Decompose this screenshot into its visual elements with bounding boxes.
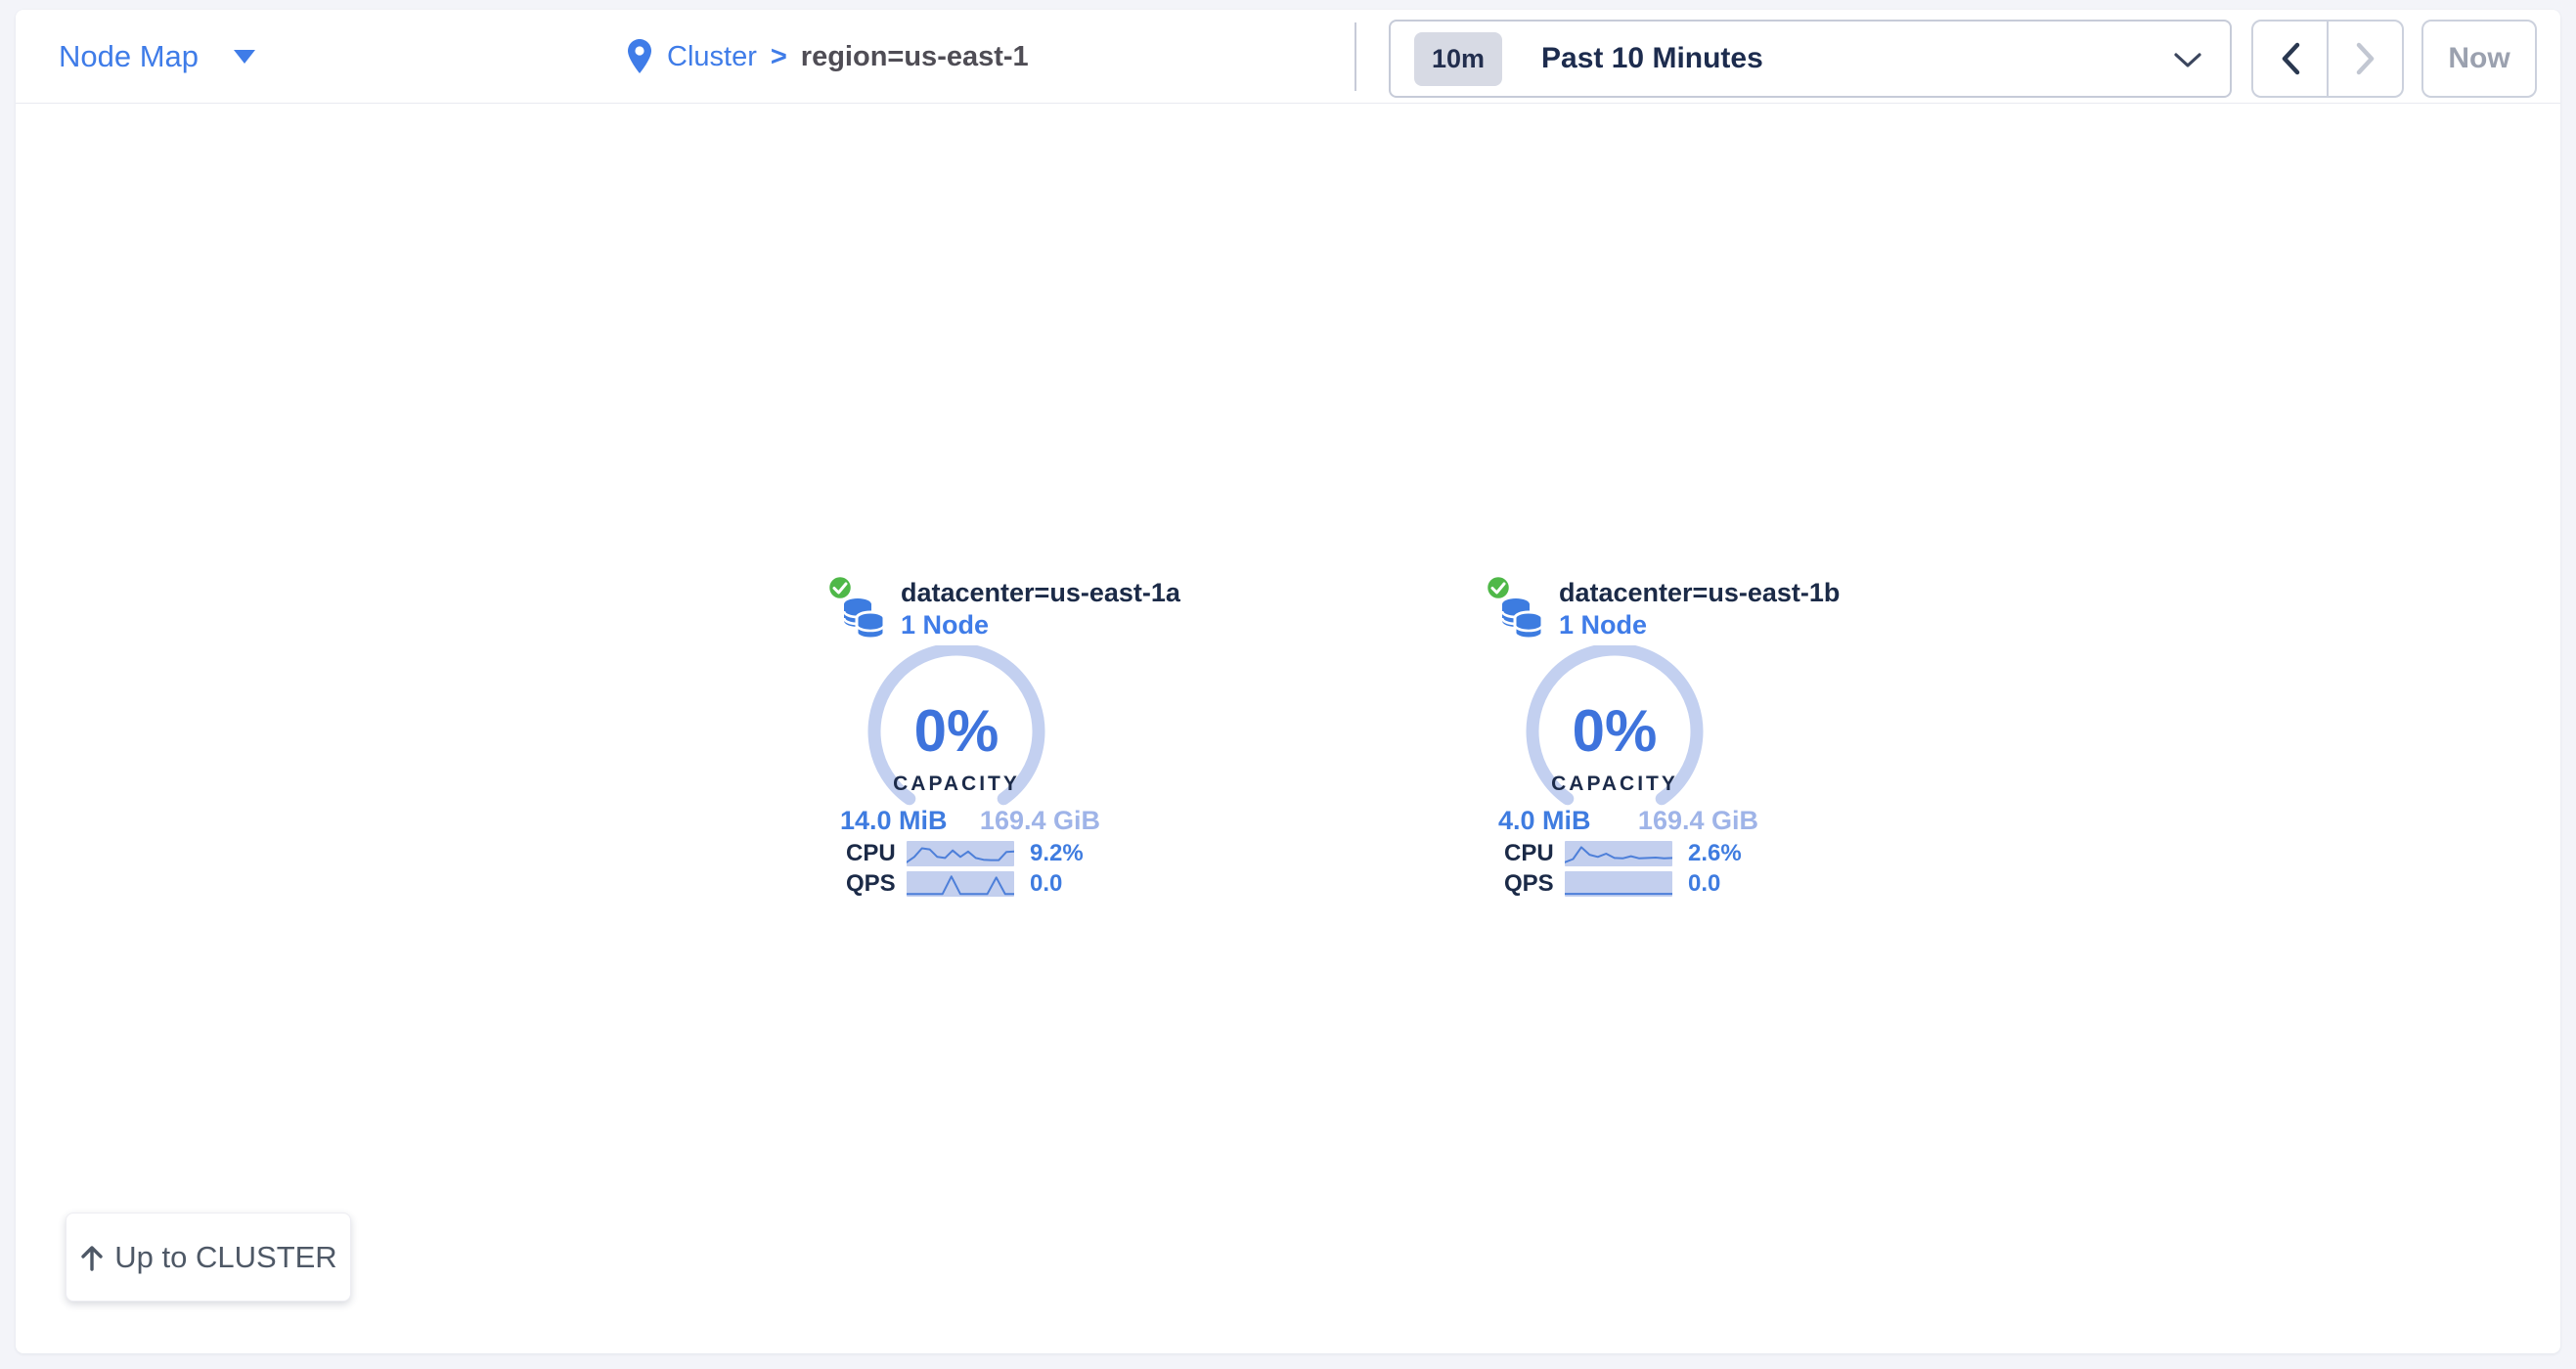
time-window-label: Past 10 Minutes <box>1541 42 1763 75</box>
view-selector[interactable]: Node Map <box>59 10 255 104</box>
metric-row-qps: QPS 0.0 <box>846 871 1084 897</box>
metric-value: 2.6% <box>1688 840 1742 867</box>
metric-row-qps: QPS 0.0 <box>1504 871 1742 897</box>
caret-down-icon <box>234 50 255 64</box>
time-window-select[interactable]: 10m Past 10 Minutes <box>1389 20 2232 98</box>
time-forward-button[interactable] <box>2329 22 2402 96</box>
breadcrumb-current: region=us-east-1 <box>801 41 1029 73</box>
locality-title: datacenter=us-east-1b <box>1559 577 1840 609</box>
time-nav-group <box>2251 20 2404 98</box>
capacity-gauge: 0% CAPACITY <box>1511 645 1718 814</box>
up-to-cluster-button[interactable]: Up to CLUSTER <box>66 1213 351 1302</box>
metric-value: 0.0 <box>1688 870 1720 898</box>
breadcrumb-separator: > <box>771 41 787 73</box>
locality-title: datacenter=us-east-1a <box>901 577 1180 609</box>
header-bar: Node Map Cluster > region=us-east-1 10m … <box>16 10 2560 104</box>
status-check-icon <box>1487 576 1510 599</box>
chevron-right-icon <box>2355 42 2376 75</box>
database-stack-icon <box>1485 575 1549 645</box>
time-back-button[interactable] <box>2253 22 2329 96</box>
metric-value: 9.2% <box>1030 840 1084 867</box>
database-stack-icon <box>826 575 891 645</box>
capacity-total: 169.4 GiB <box>1638 806 1758 836</box>
status-check-icon <box>828 576 852 599</box>
capacity-caption: CAPACITY <box>1551 773 1678 795</box>
locality-card-us-east-1a[interactable]: datacenter=us-east-1a 1 Node 0% CAPACITY… <box>826 575 1120 902</box>
breadcrumb-cluster-link[interactable]: Cluster <box>667 41 757 73</box>
up-to-cluster-label: Up to CLUSTER <box>114 1240 336 1275</box>
node-map-page: Node Map Cluster > region=us-east-1 10m … <box>0 0 2576 1369</box>
capacity-row: 4.0 MiB 169.4 GiB <box>1498 806 1758 836</box>
time-window-badge: 10m <box>1414 32 1502 86</box>
locality-card-us-east-1b[interactable]: datacenter=us-east-1b 1 Node 0% CAPACITY… <box>1485 575 1778 902</box>
capacity-total: 169.4 GiB <box>980 806 1100 836</box>
capacity-used: 4.0 MiB <box>1498 806 1591 836</box>
location-pin-icon <box>626 38 653 75</box>
chevron-down-icon <box>2173 51 2202 68</box>
metric-value: 0.0 <box>1030 870 1062 898</box>
locality-node-count: 1 Node <box>1559 609 1840 641</box>
main-panel: Node Map Cluster > region=us-east-1 10m … <box>16 10 2560 1353</box>
locality-node-count: 1 Node <box>901 609 1180 641</box>
metric-label: CPU <box>846 840 907 867</box>
capacity-used: 14.0 MiB <box>840 806 948 836</box>
metric-label: QPS <box>846 870 907 898</box>
cpu-sparkline <box>907 841 1014 866</box>
capacity-row: 14.0 MiB 169.4 GiB <box>840 806 1100 836</box>
cpu-sparkline <box>1565 841 1672 866</box>
now-button[interactable]: Now <box>2421 20 2537 98</box>
qps-sparkline <box>907 871 1014 897</box>
capacity-percent: 0% <box>1573 698 1658 764</box>
metrics: CPU 2.6% QPS 0.0 <box>1504 841 1742 897</box>
capacity-gauge: 0% CAPACITY <box>853 645 1060 814</box>
qps-sparkline <box>1565 871 1672 897</box>
metric-row-cpu: CPU 2.6% <box>1504 841 1742 866</box>
arrow-up-icon <box>79 1243 105 1272</box>
metric-label: QPS <box>1504 870 1565 898</box>
breadcrumb: Cluster > region=us-east-1 <box>626 10 1029 104</box>
capacity-percent: 0% <box>914 698 999 764</box>
header-divider <box>1355 22 1356 91</box>
metric-label: CPU <box>1504 840 1565 867</box>
locality-titles: datacenter=us-east-1a 1 Node <box>901 577 1180 641</box>
metrics: CPU 9.2% QPS 0.0 <box>846 841 1084 897</box>
locality-titles: datacenter=us-east-1b 1 Node <box>1559 577 1840 641</box>
metric-row-cpu: CPU 9.2% <box>846 841 1084 866</box>
view-selector-label: Node Map <box>59 39 199 74</box>
chevron-left-icon <box>2280 42 2301 75</box>
capacity-caption: CAPACITY <box>893 773 1020 795</box>
